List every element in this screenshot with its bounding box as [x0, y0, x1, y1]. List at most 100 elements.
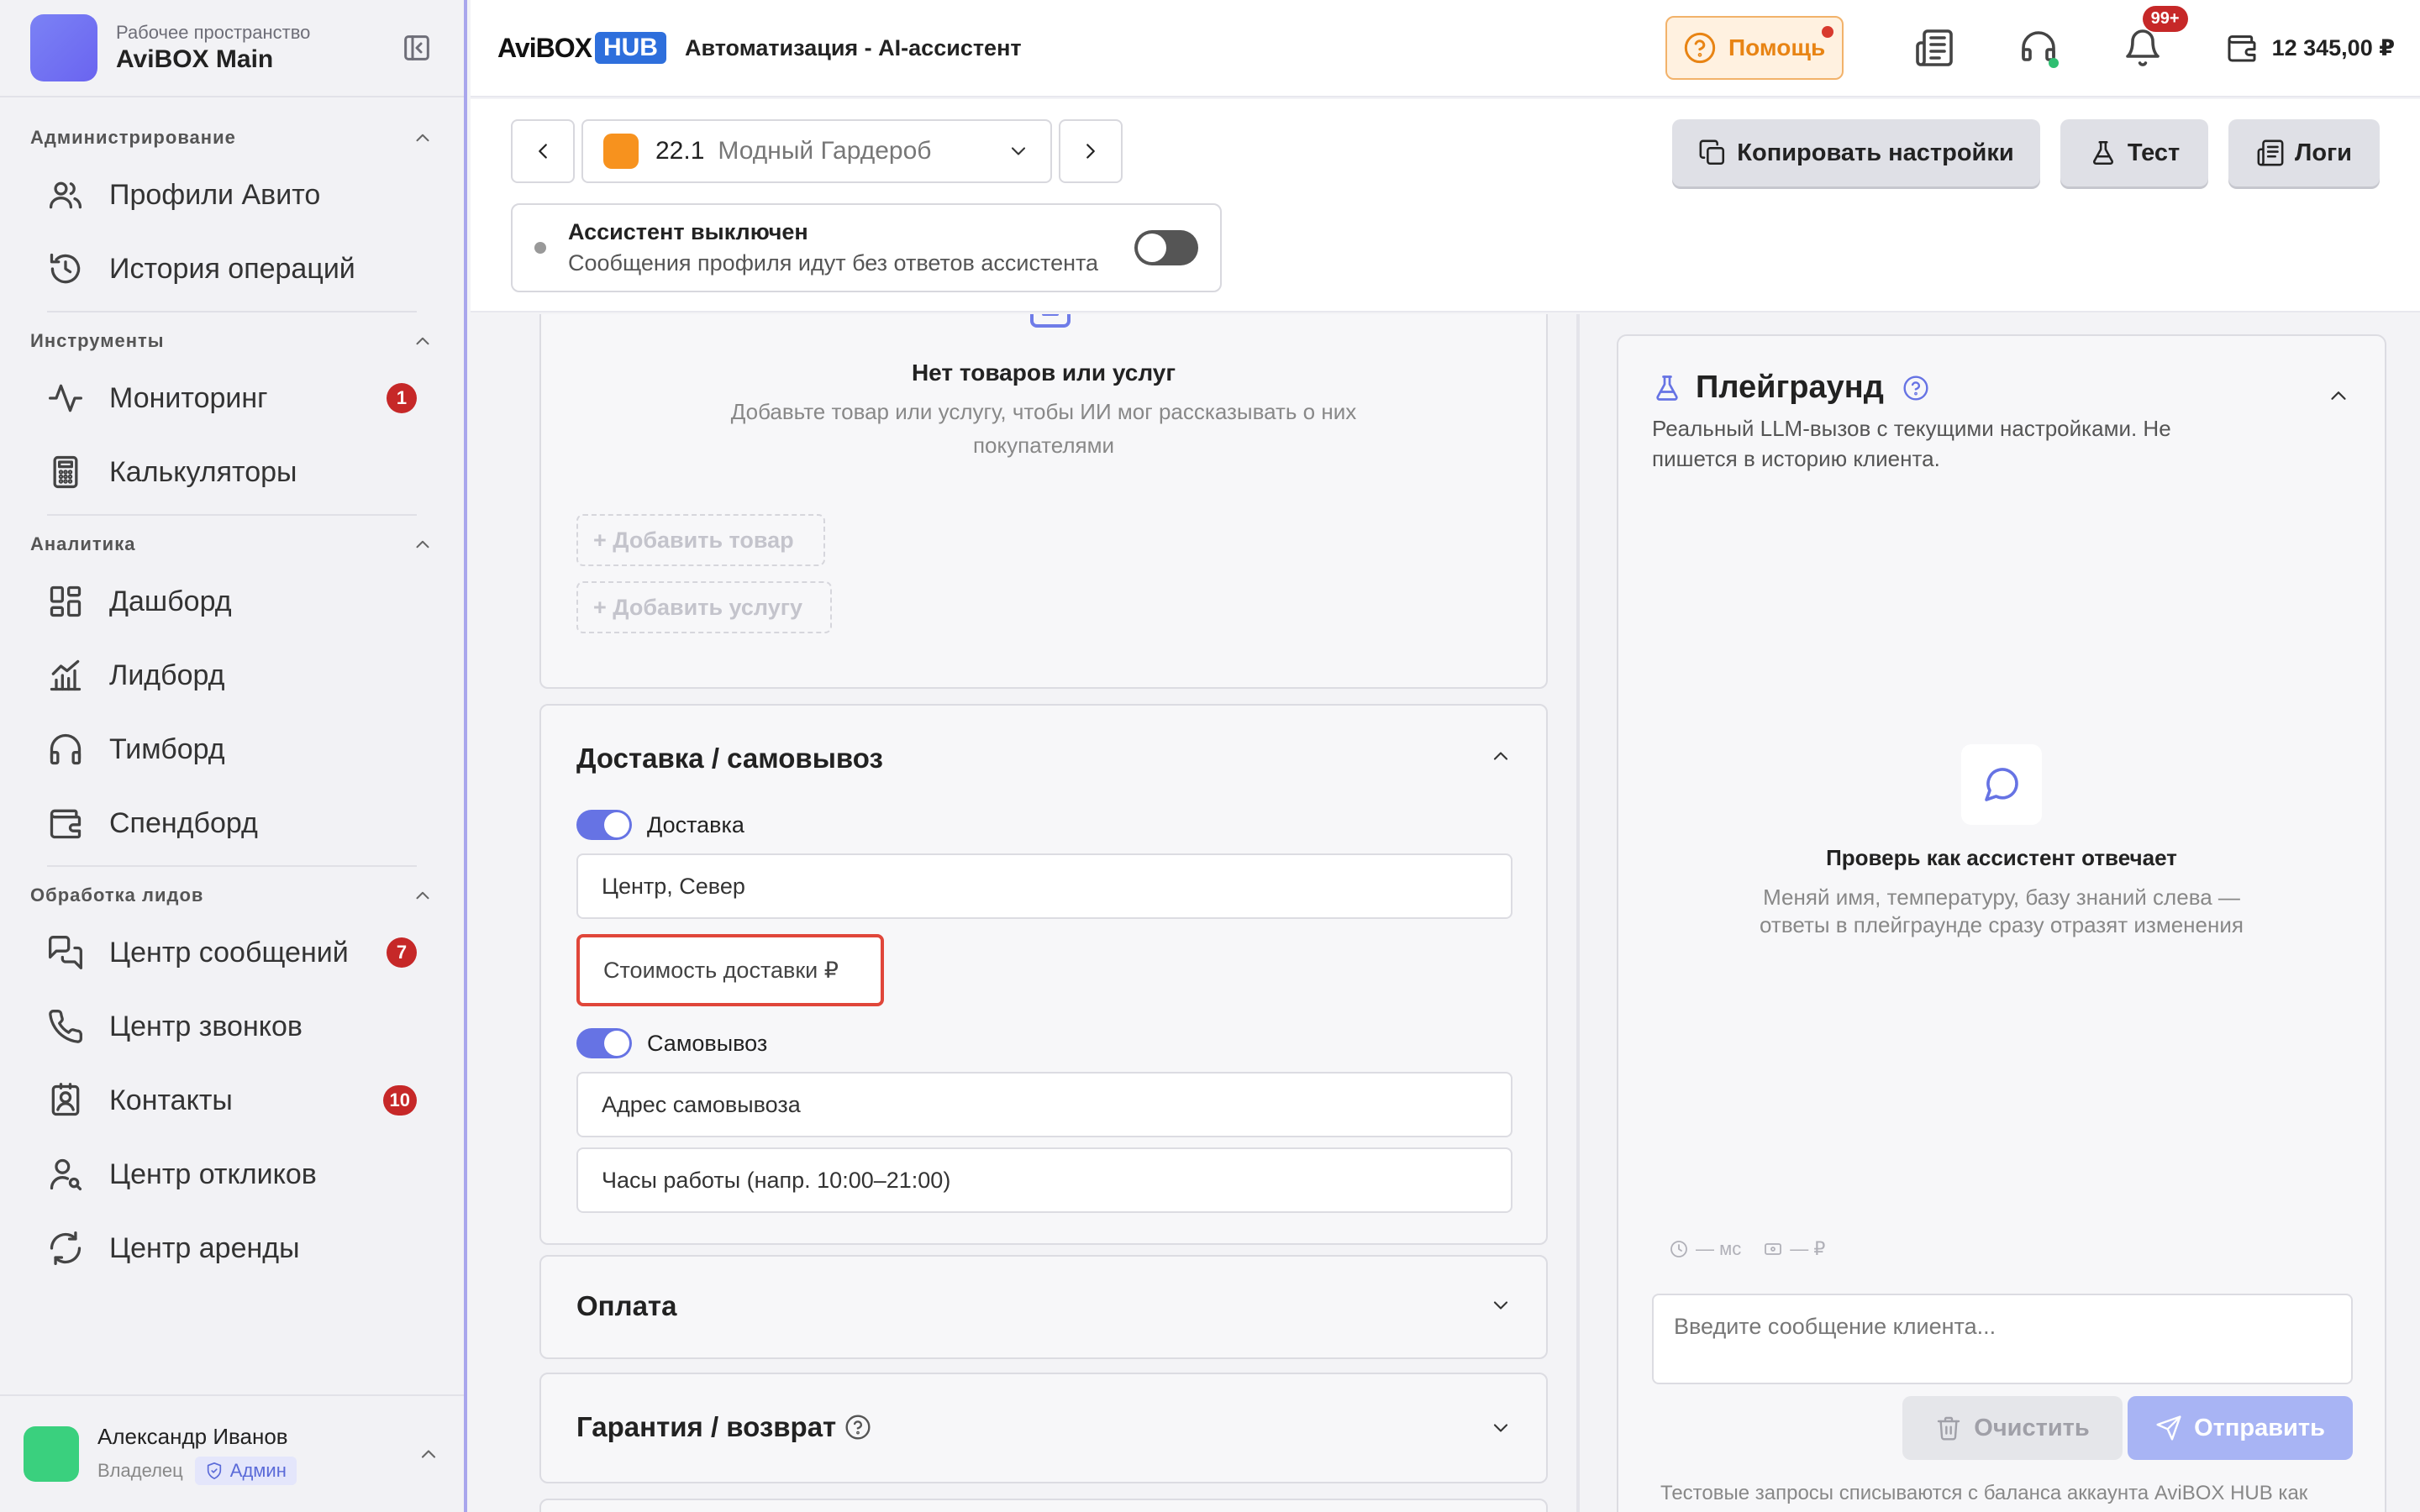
- delivery-cost-input[interactable]: Стоимость доставки ₽: [576, 934, 884, 1006]
- avatar: [24, 1426, 79, 1482]
- delivery-toggle-label: Доставка: [647, 811, 744, 837]
- sidebar-item-operations-history[interactable]: История операций: [30, 232, 434, 306]
- next-profile-button[interactable]: [1059, 119, 1123, 183]
- chevron-up-icon: [416, 540, 429, 549]
- top-bar: AviBOX HUB Автоматизация - AI-ассистент …: [471, 0, 2420, 97]
- logs-button[interactable]: Логи: [2228, 119, 2380, 186]
- wallet-icon: [2228, 35, 2256, 62]
- payment-card[interactable]: Оплата: [539, 1255, 1548, 1359]
- sidebar-item-avito-profiles[interactable]: Профили Авито: [30, 158, 434, 232]
- sidebar-collapse-icon[interactable]: [400, 31, 434, 65]
- box-icon: [1030, 314, 1071, 328]
- warranty-title: Гарантия / возврат: [576, 1411, 871, 1443]
- client-message-input[interactable]: [1652, 1294, 2353, 1384]
- headphones-icon: [47, 731, 84, 768]
- chevron-up-icon: [421, 1450, 436, 1458]
- warranty-card[interactable]: Гарантия / возврат: [539, 1373, 1548, 1483]
- sidebar-section-leads: Обработка лидов Центр сообщений 7 Центр …: [0, 875, 464, 1285]
- delivery-zone-input[interactable]: Центр, Север: [576, 853, 1512, 919]
- notifications-badge: 99+: [2142, 6, 2188, 32]
- sidebar-item-contacts[interactable]: Контакты 10: [30, 1063, 434, 1137]
- clear-button[interactable]: Очистить: [1902, 1396, 2123, 1460]
- sidebar-item-teamboard[interactable]: Тимборд: [30, 712, 434, 786]
- assistant-toggle[interactable]: [1134, 230, 1198, 265]
- profile-name: Модный Гардероб: [718, 137, 932, 165]
- playground-title: Плейграунд: [1696, 370, 1884, 405]
- send-button[interactable]: Отправить: [2128, 1396, 2353, 1460]
- user-search-icon: [47, 1156, 84, 1193]
- phone-icon: [47, 1008, 84, 1045]
- previous-profile-button[interactable]: [511, 119, 575, 183]
- chevron-up-icon: [416, 134, 429, 142]
- notifications-button[interactable]: 99+: [2123, 6, 2188, 68]
- chevron-right-icon: [1086, 144, 1095, 159]
- help-button[interactable]: Помощь: [1665, 16, 1844, 80]
- workspace-switcher[interactable]: Рабочее пространство AviBOX Main: [0, 0, 464, 97]
- sidebar-item-rental-center[interactable]: Центр аренды: [30, 1211, 434, 1285]
- chevron-down-icon: [1493, 1424, 1508, 1432]
- chevron-up-icon[interactable]: [2326, 383, 2351, 408]
- playground-empty-subtitle: Меняй имя, температуру, базу знаний слев…: [1760, 885, 2244, 937]
- sidebar: Рабочее пространство AviBOX Main Админис…: [0, 0, 467, 1512]
- sidebar-section-header[interactable]: Инструменты: [30, 321, 434, 361]
- playground-description: Реальный LLM-вызов с текущими настройкам…: [1652, 416, 2171, 471]
- products-card: Нет товаров или услуг Добавьте товар или…: [539, 314, 1548, 689]
- playground-panel: Плейграунд Реальный LLM-вызов с текущими…: [1617, 334, 2386, 1512]
- user-profile[interactable]: Александр Иванов Владелец Админ: [0, 1394, 464, 1512]
- user-role: Владелец: [97, 1459, 183, 1481]
- question-icon[interactable]: [844, 1414, 871, 1441]
- sidebar-item-message-center[interactable]: Центр сообщений 7: [30, 916, 434, 990]
- sidebar-item-dashboard[interactable]: Дашборд: [30, 564, 434, 638]
- help-indicator: [1821, 26, 1833, 38]
- refresh-icon: [47, 1230, 84, 1267]
- status-subtitle: Сообщения профиля идут без ответов ассис…: [568, 250, 1099, 276]
- sidebar-item-responses-center[interactable]: Центр откликов: [30, 1137, 434, 1211]
- ticket-icon: [1765, 1243, 1782, 1255]
- sidebar-item-monitoring[interactable]: Мониторинг 1: [30, 361, 434, 435]
- bell-icon: [2125, 29, 2160, 66]
- delivery-toggle-row: Доставка: [576, 810, 744, 840]
- settings-column[interactable]: Нет товаров или услуг Добавьте товар или…: [504, 314, 1580, 1512]
- sidebar-item-call-center[interactable]: Центр звонков: [30, 990, 434, 1063]
- workspace-label: Рабочее пространство: [116, 22, 311, 43]
- sidebar-item-calculators[interactable]: Калькуляторы: [30, 435, 434, 509]
- user-name: Александр Иванов: [97, 1423, 288, 1449]
- workspace-name: AviBOX Main: [116, 45, 274, 73]
- brand-logo[interactable]: AviBOX HUB: [497, 32, 666, 64]
- sidebar-item-leadboard[interactable]: Лидборд: [30, 638, 434, 712]
- add-product-button[interactable]: + Добавить товар: [576, 514, 825, 566]
- pickup-toggle[interactable]: [576, 1028, 632, 1058]
- chat-bubble-icon: [1961, 744, 2042, 825]
- working-hours-input[interactable]: Часы работы (напр. 10:00–21:00): [576, 1147, 1512, 1213]
- chevron-up-icon: [416, 337, 429, 345]
- empty-state-title: Нет товаров или услуг: [911, 360, 1176, 386]
- page-title: Автоматизация - AI-ассистент: [684, 34, 1022, 60]
- delivery-title[interactable]: Доставка / самовывоз: [576, 743, 883, 774]
- users-icon: [47, 176, 84, 213]
- news-button[interactable]: [1914, 28, 1954, 68]
- sidebar-item-spendboard[interactable]: Спендборд: [30, 786, 434, 860]
- sidebar-section-header[interactable]: Обработка лидов: [30, 875, 434, 916]
- balance-display[interactable]: 12 345,00 ₽: [2225, 31, 2395, 65]
- sidebar-section-tools: Инструменты Мониторинг 1 Калькуляторы: [0, 321, 464, 516]
- chevron-up-icon[interactable]: [1489, 744, 1512, 768]
- sidebar-section-header[interactable]: Аналитика: [30, 524, 434, 564]
- support-button[interactable]: [2018, 28, 2059, 68]
- divider: [47, 311, 417, 312]
- playground-empty-title: Проверь как ассистент отвечает: [1826, 845, 2177, 870]
- pickup-address-input[interactable]: Адрес самовывоза: [576, 1072, 1512, 1137]
- question-icon[interactable]: [1902, 375, 1929, 402]
- delivery-toggle[interactable]: [576, 810, 632, 840]
- calculator-icon: [47, 454, 84, 491]
- profile-select[interactable]: 22.1 Модный Гардероб: [581, 119, 1052, 183]
- question-icon: [1684, 32, 1716, 64]
- add-service-button[interactable]: + Добавить услугу: [576, 581, 832, 633]
- trash-icon: [1938, 1416, 1960, 1441]
- copy-settings-button[interactable]: Копировать настройки: [1672, 119, 2040, 186]
- test-button[interactable]: Тест: [2060, 119, 2208, 186]
- send-icon: [2156, 1415, 2181, 1441]
- sidebar-section-header[interactable]: Администрирование: [30, 118, 434, 158]
- activity-icon: [47, 380, 84, 417]
- shield-icon: [207, 1462, 221, 1479]
- payment-title: Оплата: [576, 1290, 677, 1321]
